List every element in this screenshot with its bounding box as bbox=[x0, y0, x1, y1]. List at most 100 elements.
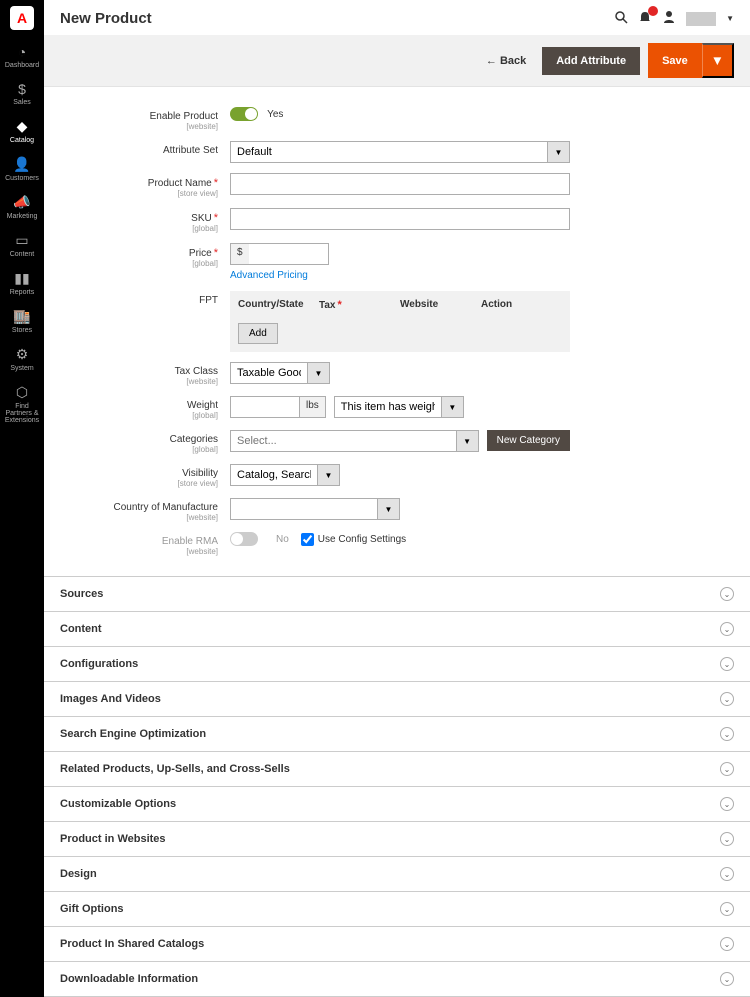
weight-input[interactable] bbox=[230, 396, 300, 418]
save-button[interactable]: Save bbox=[648, 43, 702, 78]
content-icon: ▭ bbox=[2, 232, 42, 249]
fpt-col-website: Website bbox=[400, 299, 481, 311]
main-content: New Product ▼ ← Back Add Attribute bbox=[44, 0, 750, 997]
sidebar-item-stores[interactable]: 🏬Stores bbox=[0, 302, 44, 340]
bars-icon: ▮▮ bbox=[2, 270, 42, 287]
fpt-col-action: Action bbox=[481, 299, 562, 311]
section-configurations[interactable]: Configurations⌄ bbox=[44, 646, 750, 681]
tax-class-label: Tax Class[website] bbox=[60, 362, 230, 386]
section-title: Content bbox=[60, 623, 102, 635]
search-icon[interactable] bbox=[614, 10, 628, 27]
page-title: New Product bbox=[60, 10, 152, 27]
section-content[interactable]: Content⌄ bbox=[44, 611, 750, 646]
use-config-text: Use Config Settings bbox=[318, 534, 406, 545]
section-title: Product In Shared Catalogs bbox=[60, 938, 204, 950]
attribute-set-dropdown[interactable]: ▼ bbox=[548, 141, 570, 163]
use-config-checkbox[interactable] bbox=[301, 533, 314, 546]
price-label: Price*[global] bbox=[60, 243, 230, 268]
sidebar-label: Catalog bbox=[10, 137, 34, 144]
page-header: New Product ▼ bbox=[44, 0, 750, 35]
notification-badge bbox=[648, 6, 658, 16]
back-button[interactable]: ← Back bbox=[486, 55, 526, 67]
sidebar-label: Content bbox=[10, 251, 35, 258]
section-title: Design bbox=[60, 868, 97, 880]
weight-type-select[interactable] bbox=[334, 396, 442, 418]
sidebar-item-catalog[interactable]: ◆Catalog bbox=[0, 112, 44, 150]
sidebar-label: Sales bbox=[13, 99, 31, 106]
enable-rma-label: Enable RMA[website] bbox=[60, 532, 230, 556]
gear-icon: ⚙ bbox=[2, 346, 42, 363]
sidebar-label: Stores bbox=[12, 327, 32, 334]
price-input[interactable] bbox=[249, 243, 329, 265]
section-gift-options[interactable]: Gift Options ⌄ bbox=[44, 891, 750, 926]
sidebar-item-marketing[interactable]: 📣Marketing bbox=[0, 188, 44, 226]
categories-dropdown[interactable]: ▼ bbox=[457, 430, 479, 452]
categories-label: Categories[global] bbox=[60, 430, 230, 454]
fpt-label: FPT bbox=[60, 291, 230, 306]
section-product-in-shared-catalogs[interactable]: Product In Shared Catalogs⌄ bbox=[44, 926, 750, 961]
fpt-col-tax: Tax* bbox=[319, 299, 400, 311]
new-category-button[interactable]: New Category bbox=[487, 430, 570, 451]
visibility-dropdown[interactable]: ▼ bbox=[318, 464, 340, 486]
sidebar-item-dashboard[interactable]: ◔Dashboard bbox=[0, 38, 44, 75]
advanced-pricing-link[interactable]: Advanced Pricing bbox=[230, 270, 308, 281]
enable-product-label: Enable Product[website] bbox=[60, 107, 230, 131]
chevron-down-icon[interactable]: ▼ bbox=[726, 14, 734, 23]
chevron-down-icon: ⌄ bbox=[720, 867, 734, 881]
country-dropdown[interactable]: ▼ bbox=[378, 498, 400, 520]
section-title: Gift Options bbox=[60, 903, 124, 915]
section-customizable-options[interactable]: Customizable Options⌄ bbox=[44, 786, 750, 821]
sidebar-item-partners[interactable]: ⬡Find Partners & Extensions bbox=[0, 378, 44, 430]
sidebar-label: Dashboard bbox=[5, 62, 39, 69]
sku-input[interactable] bbox=[230, 208, 570, 230]
enable-product-toggle[interactable] bbox=[230, 107, 258, 121]
add-attribute-button[interactable]: Add Attribute bbox=[542, 47, 640, 75]
attribute-set-select[interactable] bbox=[230, 141, 548, 163]
section-search-engine-optimization[interactable]: Search Engine Optimization⌄ bbox=[44, 716, 750, 751]
section-product-in-websites[interactable]: Product in Websites⌄ bbox=[44, 821, 750, 856]
user-dropdown[interactable] bbox=[686, 12, 716, 26]
sidebar-label: Marketing bbox=[7, 213, 38, 220]
chevron-down-icon: ⌄ bbox=[720, 902, 734, 916]
section-title: Related Products, Up-Sells, and Cross-Se… bbox=[60, 763, 290, 775]
sidebar-item-system[interactable]: ⚙System bbox=[0, 340, 44, 378]
visibility-select[interactable] bbox=[230, 464, 318, 486]
section-related-products-up-sells-and-cross-sells[interactable]: Related Products, Up-Sells, and Cross-Se… bbox=[44, 751, 750, 786]
country-label: Country of Manufacture[website] bbox=[60, 498, 230, 522]
section-sources[interactable]: Sources⌄ bbox=[44, 576, 750, 611]
sidebar-item-content[interactable]: ▭ Content bbox=[0, 226, 44, 264]
chevron-down-icon: ⌄ bbox=[720, 762, 734, 776]
sidebar-label: Find Partners & Extensions bbox=[5, 403, 39, 424]
categories-select[interactable] bbox=[230, 430, 457, 452]
product-name-input[interactable] bbox=[230, 173, 570, 195]
sidebar-item-sales[interactable]: $Sales bbox=[0, 75, 44, 112]
notifications-icon[interactable] bbox=[638, 10, 652, 27]
country-select[interactable] bbox=[230, 498, 378, 520]
header-actions: ▼ bbox=[614, 10, 734, 27]
chevron-down-icon: ⌄ bbox=[720, 657, 734, 671]
section-title: Search Engine Optimization bbox=[60, 728, 206, 740]
adobe-logo[interactable]: A bbox=[10, 6, 34, 30]
chevron-down-icon: ⌄ bbox=[720, 972, 734, 986]
action-bar: ← Back Add Attribute Save ▼ bbox=[44, 35, 750, 87]
currency-symbol: $ bbox=[230, 243, 249, 265]
tax-class-select[interactable] bbox=[230, 362, 308, 384]
section-title: Customizable Options bbox=[60, 798, 176, 810]
sidebar-label: Reports bbox=[10, 289, 35, 296]
save-button-group: Save ▼ bbox=[648, 43, 734, 78]
sidebar-item-customers[interactable]: 👤Customers bbox=[0, 150, 44, 188]
save-dropdown-button[interactable]: ▼ bbox=[702, 43, 734, 78]
weight-unit: lbs bbox=[300, 396, 326, 418]
visibility-label: Visibility[store view] bbox=[60, 464, 230, 488]
user-icon[interactable] bbox=[662, 10, 676, 27]
product-form: Enable Product[website] Yes Attribute Se… bbox=[44, 87, 750, 576]
use-config-checkbox-label[interactable]: Use Config Settings bbox=[301, 533, 406, 546]
sidebar-item-reports[interactable]: ▮▮ Reports bbox=[0, 264, 44, 302]
tax-class-dropdown[interactable]: ▼ bbox=[308, 362, 330, 384]
weight-type-dropdown[interactable]: ▼ bbox=[442, 396, 464, 418]
fpt-add-button[interactable]: Add bbox=[238, 323, 278, 344]
section-downloadable-information[interactable]: Downloadable Information⌄ bbox=[44, 961, 750, 997]
section-images-and-videos[interactable]: Images And Videos⌄ bbox=[44, 681, 750, 716]
section-title: Sources bbox=[60, 588, 103, 600]
section-design[interactable]: Design ⌄ bbox=[44, 856, 750, 891]
